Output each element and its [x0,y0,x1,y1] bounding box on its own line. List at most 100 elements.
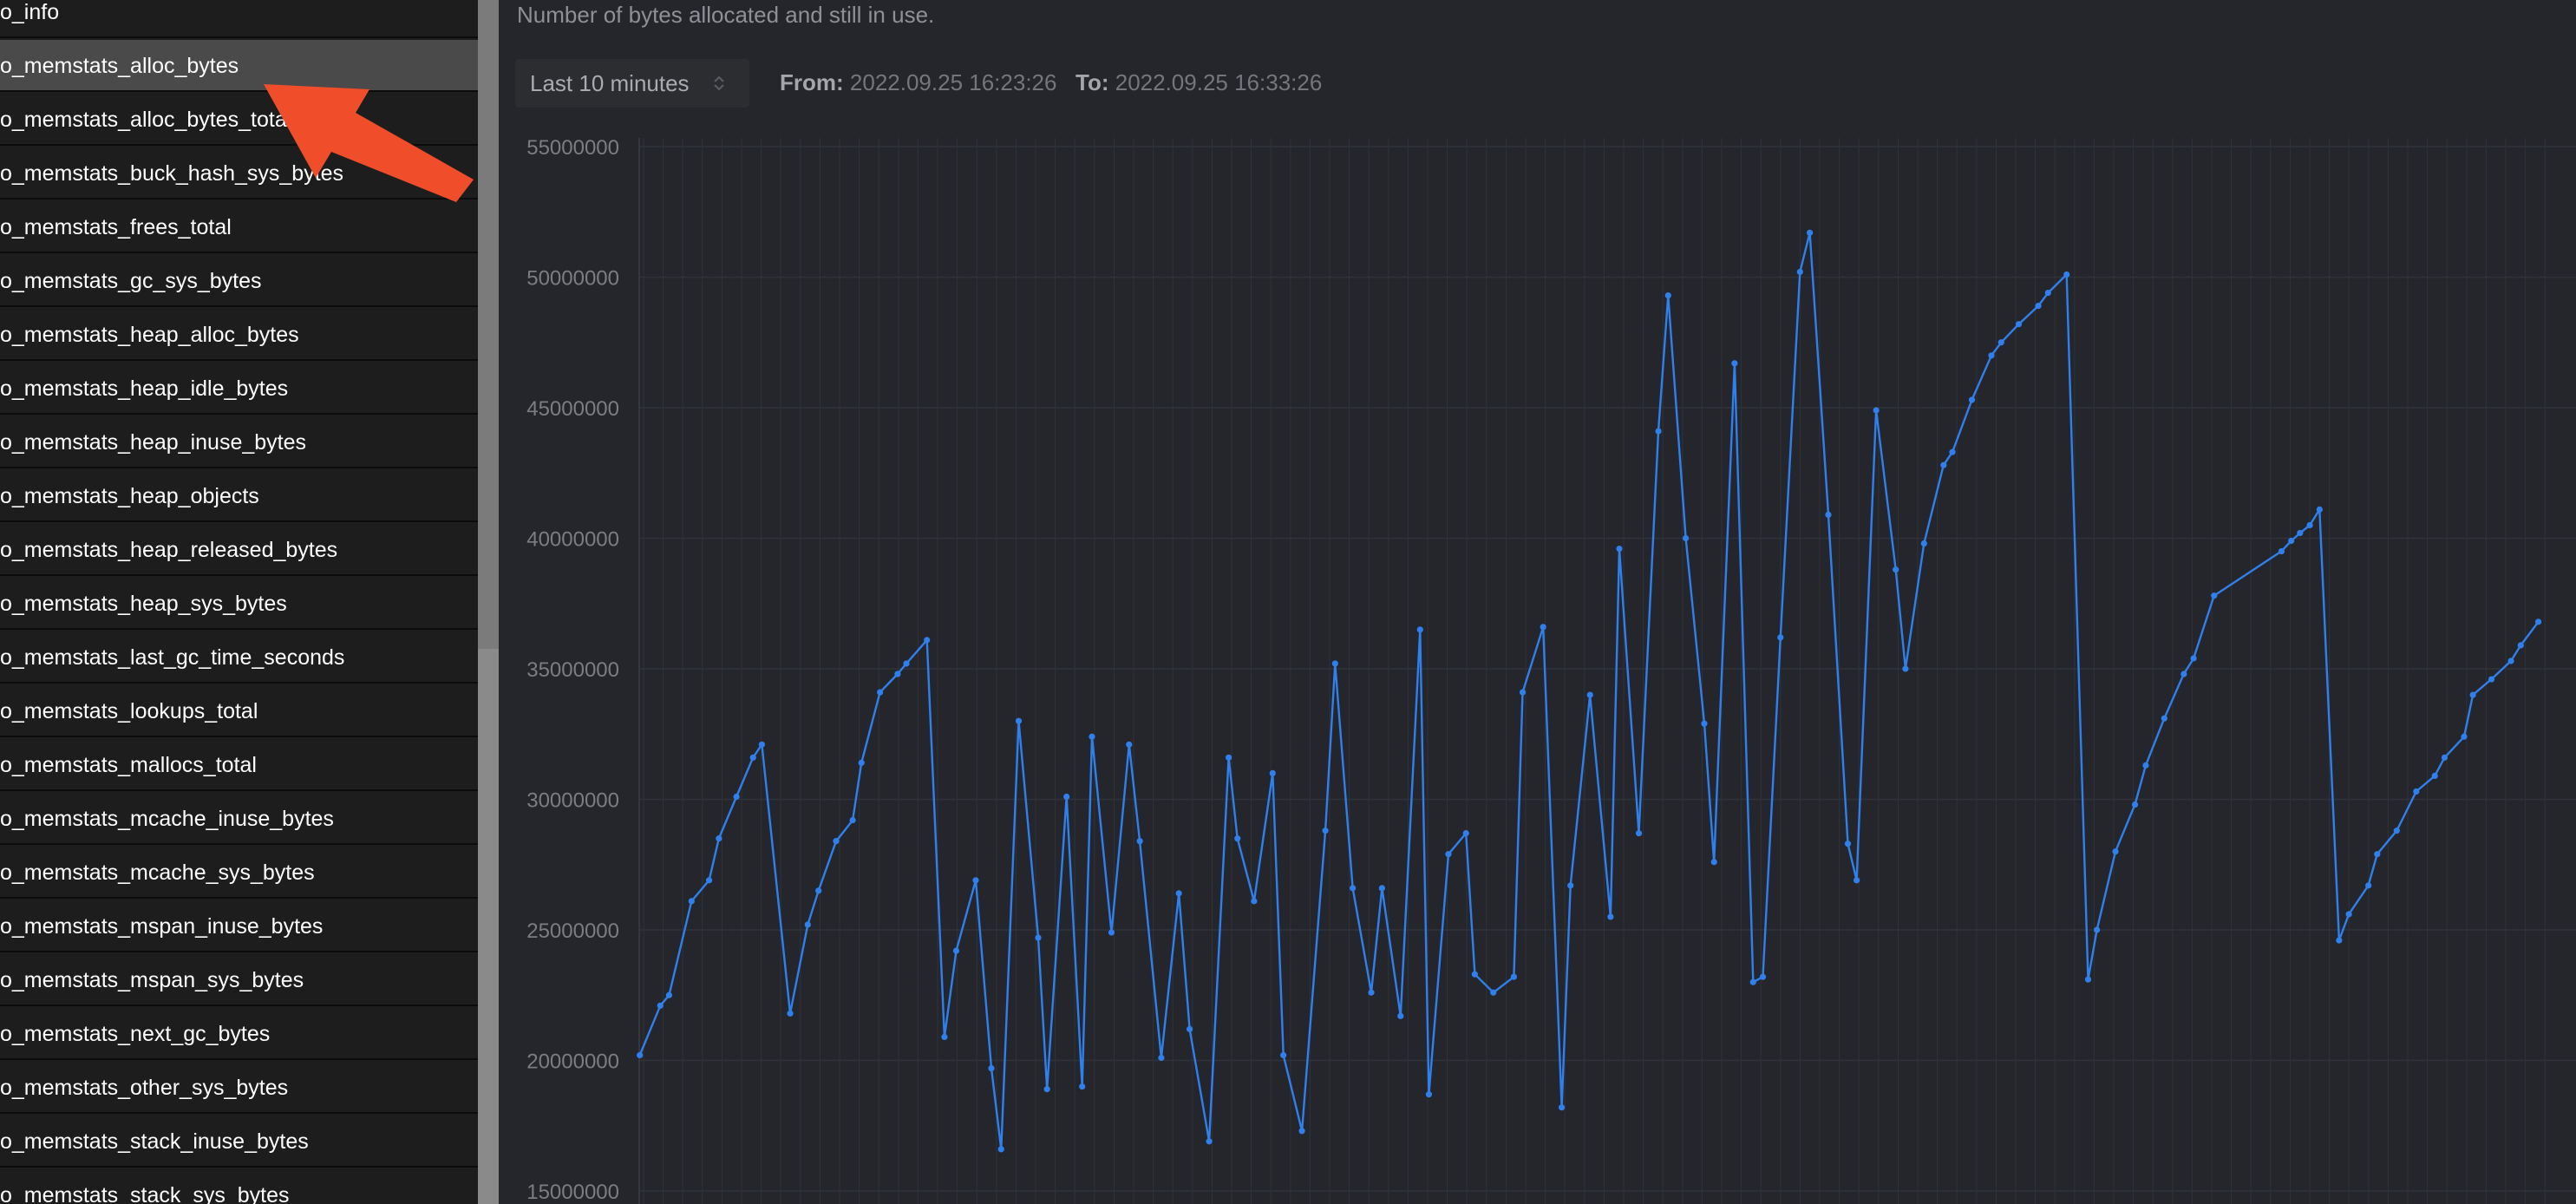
sidebar-item-o-memstats-last-gc-time-seconds[interactable]: o_memstats_last_gc_time_seconds [0,631,478,684]
data-point [665,991,673,998]
y-tick-label: 25000000 [526,919,619,943]
sidebar-item-o-memstats-alloc-bytes[interactable]: o_memstats_alloc_bytes [0,40,478,92]
data-point [1510,973,1517,980]
data-point [1079,1083,1086,1090]
data-point [1280,1051,1287,1059]
data-point [2035,303,2042,310]
sidebar-item-o-memstats-lookups-total[interactable]: o_memstats_lookups_total [0,685,478,737]
data-point [2507,658,2514,664]
data-point [1015,717,1023,724]
y-tick-label: 30000000 [526,789,619,813]
sidebar-item-o-memstats-next-gc-bytes[interactable]: o_memstats_next_gc_bytes [0,1008,478,1060]
data-point [1710,859,1717,866]
data-point [1378,885,1385,892]
metric-detail-panel: Number of bytes allocated and still in u… [499,0,2576,1204]
data-point [1844,841,1852,847]
data-point [2517,642,2524,649]
data-point [1796,268,1803,276]
data-point [637,1051,644,1059]
data-point [2306,521,2313,529]
data-point [1322,828,1329,834]
data-point [2094,926,2101,933]
data-point [2180,671,2187,677]
data-point [1567,882,1574,889]
data-point [1997,339,2004,346]
sidebar-item-o-memstats-stack-inuse-bytes[interactable]: o_memstats_stack_inuse_bytes [0,1116,478,1168]
sidebar-item-o-memstats-mcache-inuse-bytes[interactable]: o_memstats_mcache_inuse_bytes [0,793,478,845]
data-point [2190,655,2197,662]
data-point [1368,989,1375,996]
data-point [2297,529,2304,537]
data-point [1331,660,1338,667]
data-point [688,898,695,905]
data-point [1350,885,1357,892]
data-point [1158,1054,1165,1062]
data-point [1655,428,1662,435]
data-point [804,921,811,928]
scrollbar-track-upper[interactable] [478,0,499,649]
data-point [2112,848,2119,855]
data-point [2488,676,2495,683]
sidebar-item-o-memstats-gc-sys-bytes[interactable]: o_memstats_gc_sys_bytes [0,255,478,307]
data-point [2441,754,2449,761]
scrollbar-thumb[interactable] [478,649,499,1204]
data-point [1226,754,1232,761]
data-point [2278,547,2285,555]
data-point [2374,851,2381,858]
data-point [716,835,722,842]
metric-chart: 55000000 50000000 45000000 40000000 35000000… [526,136,2576,1204]
sidebar-item-o-memstats-buck-hash-sys-bytes[interactable]: o_memstats_buck_hash_sys_bytes [0,147,478,200]
data-point [1063,793,1070,801]
data-point [2534,618,2542,625]
data-point [1206,1138,1213,1145]
data-point [1586,691,1593,698]
data-point [972,877,979,884]
sidebar-item-o-memstats-heap-objects[interactable]: o_memstats_heap_objects [0,470,478,522]
sidebar-item-o-memstats-heap-alloc-bytes[interactable]: o_memstats_heap_alloc_bytes [0,309,478,361]
data-point [1635,830,1643,837]
data-point [2461,733,2468,740]
sidebar-item-o-memstats-heap-released-bytes[interactable]: o_memstats_heap_released_bytes [0,524,478,576]
data-point [749,754,756,761]
data-point [1968,396,1976,403]
data-point [1940,461,1947,468]
data-point [2316,506,2323,513]
sidebar-item-o-memstats-mspan-inuse-bytes[interactable]: o_memstats_mspan_inuse_bytes [0,900,478,952]
data-point [657,1002,664,1009]
sidebar-item-o-memstats-heap-inuse-bytes[interactable]: o_memstats_heap_inuse_bytes [0,416,478,468]
y-tick-label: 15000000 [526,1181,619,1204]
data-point [1186,1025,1193,1032]
sidebar-item-o-memstats-other-sys-bytes[interactable]: o_memstats_other_sys_bytes [0,1062,478,1114]
data-point [1854,877,1860,884]
sidebar-item-o-memstats-alloc-bytes-total[interactable]: o_memstats_alloc_bytes_total [0,94,478,146]
sidebar-item-o-memstats-mcache-sys-bytes[interactable]: o_memstats_mcache_sys_bytes [0,847,478,899]
y-tick-label: 45000000 [526,397,619,421]
data-point [1298,1128,1305,1135]
data-point [1425,1091,1433,1098]
data-point [1893,566,1899,573]
data-point [2288,537,2295,545]
data-point [2393,828,2400,834]
data-point [849,816,856,824]
metrics-sidebar: o_info o_memstats_alloc_bytes o_memstats_a… [0,0,478,1204]
sidebar-item-o-info[interactable]: o_info [0,0,478,38]
sidebar-item-o-memstats-frees-total[interactable]: o_memstats_frees_total [0,201,478,253]
data-point [1136,838,1143,845]
sidebar-item-o-memstats-mspan-sys-bytes[interactable]: o_memstats_mspan_sys_bytes [0,954,478,1006]
data-point [787,1010,794,1017]
data-point [1416,626,1423,633]
sidebar-item-o-memstats-mallocs-total[interactable]: o_memstats_mallocs_total [0,739,478,791]
y-tick-label: 50000000 [526,267,619,291]
sidebar-item-o-memstats-heap-sys-bytes[interactable]: o_memstats_heap_sys_bytes [0,578,478,630]
data-point [1462,830,1469,837]
data-point [2142,762,2149,769]
y-tick-label: 35000000 [526,658,619,682]
data-point [1126,741,1133,748]
data-point [924,637,931,644]
data-point [1540,624,1546,631]
sidebar-item-o-memstats-heap-idle-bytes[interactable]: o_memstats_heap_idle_bytes [0,363,478,415]
sidebar-item-o-memstats-stack-sys-bytes[interactable]: o_memstats_stack_sys_bytes [0,1169,478,1204]
data-point [1664,291,1671,299]
data-point [1251,898,1258,905]
sidebar-scrollbar[interactable] [478,0,499,1204]
